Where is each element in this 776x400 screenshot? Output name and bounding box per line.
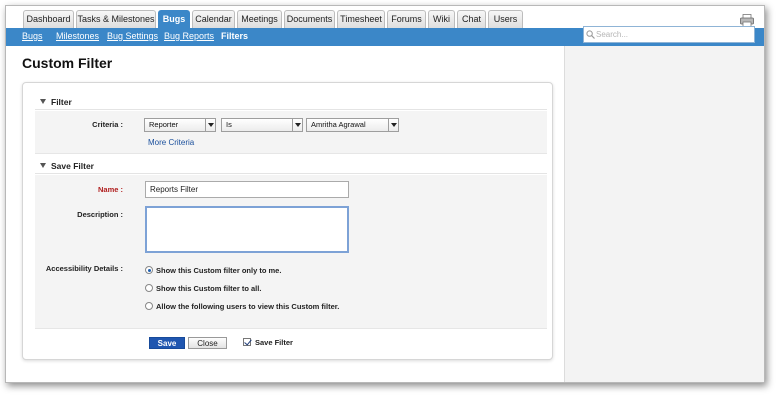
criteria-operator-select[interactable]: Is [221, 118, 303, 132]
filter-section-header[interactable]: Filter [35, 94, 547, 110]
radio-button[interactable] [145, 284, 153, 292]
radio-option-only-me[interactable]: Show this Custom filter only to me. [145, 265, 281, 275]
tab-meetings[interactable]: Meetings [237, 10, 282, 28]
criteria-value-select[interactable]: Amritha Agrawal [306, 118, 399, 132]
filter-section-body: Criteria : Reporter Is Amritha Agrawal M… [35, 111, 547, 154]
chevron-down-icon [388, 119, 398, 131]
subnav-milestones[interactable]: Milestones [56, 31, 99, 41]
accessibility-details-label: Accessibility Details : [45, 264, 123, 273]
save-filter-section-body: Name : Reports Filter Description : Acce… [35, 175, 547, 329]
save-filter-section-header[interactable]: Save Filter [35, 158, 547, 174]
collapse-arrow-icon[interactable] [40, 163, 46, 168]
save-filter-checkbox[interactable] [243, 338, 251, 346]
subnav-filters[interactable]: Filters [221, 31, 248, 41]
save-filter-checkbox-label: Save Filter [255, 338, 293, 347]
criteria-field-select[interactable]: Reporter [144, 118, 216, 132]
app-window: Dashboard Tasks & Milestones Bugs Calend… [5, 5, 765, 383]
tab-wiki[interactable]: Wiki [428, 10, 455, 28]
save-filter-section-title: Save Filter [51, 161, 94, 171]
close-button[interactable]: Close [188, 337, 227, 349]
tab-users[interactable]: Users [488, 10, 523, 28]
right-side-panel [564, 46, 764, 382]
tab-dashboard[interactable]: Dashboard [23, 10, 74, 28]
more-criteria-link[interactable]: More Criteria [148, 138, 194, 147]
criteria-operator-value: Is [226, 120, 232, 129]
chevron-down-icon [292, 119, 302, 131]
radio-option-label: Allow the following users to view this C… [156, 301, 340, 311]
save-button[interactable]: Save [149, 337, 185, 349]
tab-tasks-milestones[interactable]: Tasks & Milestones [76, 10, 156, 28]
radio-option-label: Show this Custom filter to all. [156, 283, 262, 293]
search-input[interactable]: Search... [583, 26, 755, 43]
tab-timesheet[interactable]: Timesheet [337, 10, 385, 28]
tab-documents[interactable]: Documents [284, 10, 335, 28]
radio-button[interactable] [145, 302, 153, 310]
description-label: Description : [77, 210, 123, 219]
criteria-label: Criteria : [92, 120, 123, 129]
criteria-field-value: Reporter [149, 120, 179, 129]
radio-option-label: Show this Custom filter only to me. [156, 265, 282, 275]
subnav-bug-reports[interactable]: Bug Reports [164, 31, 214, 41]
subnav-bug-settings[interactable]: Bug Settings [107, 31, 158, 41]
chevron-down-icon [205, 119, 215, 131]
radio-button[interactable] [145, 266, 153, 274]
filter-name-input[interactable]: Reports Filter [145, 181, 349, 198]
custom-filter-form: Filter Criteria : Reporter Is Amritha Ag… [22, 82, 553, 360]
search-icon [586, 30, 595, 39]
criteria-value-text: Amritha Agrawal [311, 120, 366, 129]
description-textarea[interactable] [145, 206, 349, 253]
tab-forums[interactable]: Forums [387, 10, 426, 28]
radio-option-all[interactable]: Show this Custom filter to all. [145, 283, 261, 293]
tab-chat[interactable]: Chat [457, 10, 486, 28]
page-title: Custom Filter [22, 55, 113, 71]
main-tab-bar: Dashboard Tasks & Milestones Bugs Calend… [6, 6, 764, 28]
name-label: Name : [97, 185, 123, 194]
filter-section-title: Filter [51, 97, 72, 107]
tab-calendar[interactable]: Calendar [192, 10, 235, 28]
collapse-arrow-icon[interactable] [40, 99, 46, 104]
radio-option-following-users[interactable]: Allow the following users to view this C… [145, 301, 339, 311]
tab-bugs[interactable]: Bugs [158, 10, 190, 28]
subnav-bugs[interactable]: Bugs [22, 31, 43, 41]
